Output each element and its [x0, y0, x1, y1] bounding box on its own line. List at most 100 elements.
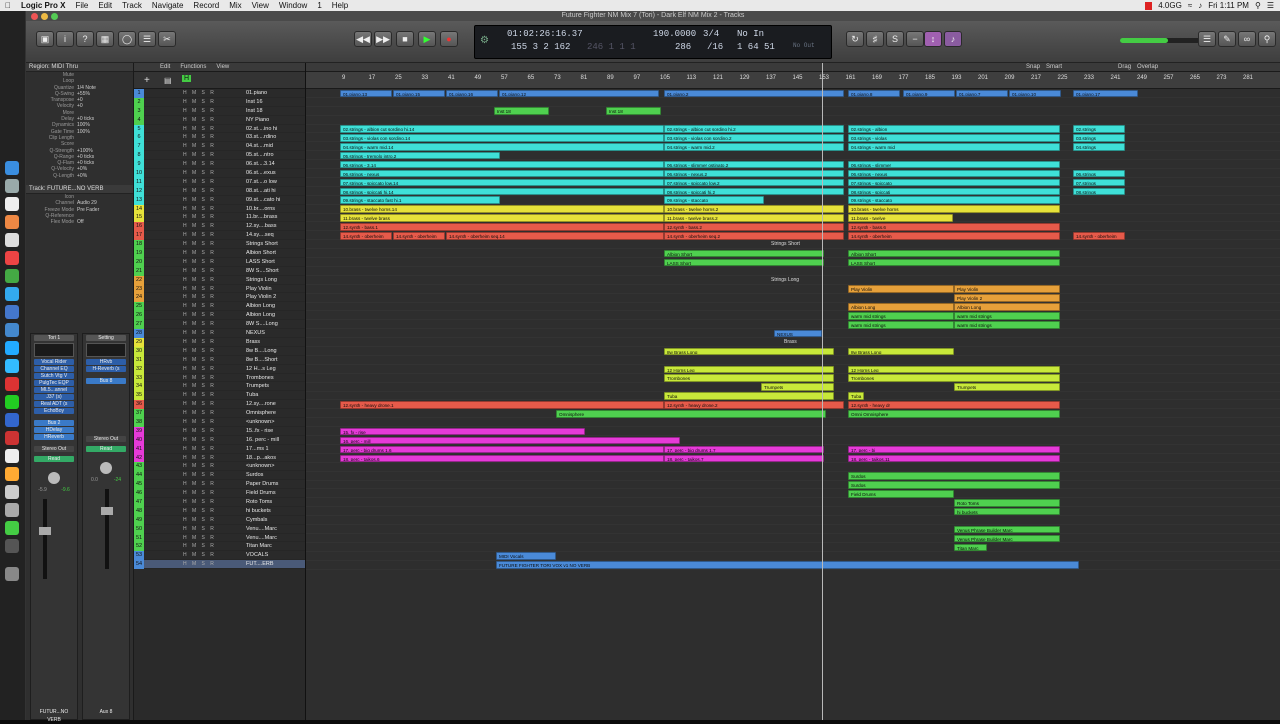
region[interactable]: 06.strings - slimmer ostinato.2 — [664, 160, 844, 169]
plugin-slot[interactable]: EchoBoy — [34, 408, 74, 414]
track-lane[interactable] — [306, 516, 1280, 526]
region[interactable]: 01.piano.13 — [340, 89, 392, 98]
track-name[interactable]: Albion Short — [246, 249, 304, 258]
track-mute-solo[interactable]: H M S R — [183, 133, 225, 142]
dock-chrome-icon[interactable] — [5, 269, 19, 283]
track-lane[interactable] — [306, 285, 1280, 294]
track-header[interactable]: 21 H M S R 8W S....Short — [134, 266, 305, 276]
track-mute-solo[interactable]: H M S R — [183, 178, 225, 187]
region[interactable]: 12.synth - heavy dr — [848, 401, 1060, 409]
track-mute-solo[interactable]: H M S R — [183, 142, 225, 151]
track-mute-solo[interactable]: H M S R — [183, 276, 225, 285]
track-mute-solo[interactable]: H M S R — [183, 480, 225, 489]
send-slot[interactable]: HReverb — [34, 434, 74, 440]
track-header[interactable]: 9 H M S R 06.st....3.14 — [134, 160, 305, 170]
zoom-window-button[interactable] — [51, 13, 58, 20]
track-mute-solo[interactable]: H M S R — [183, 427, 225, 436]
region[interactable]: Omni Omnisphere — [848, 410, 1060, 418]
region[interactable]: 12.synth - bass.6 — [848, 223, 1060, 231]
region[interactable]: 18. perc - taikos.6 — [340, 454, 664, 463]
param-value[interactable]: Off — [77, 219, 84, 225]
param-value[interactable]: +0% — [77, 173, 87, 179]
region[interactable]: 14.synth - oberheim — [848, 232, 1060, 240]
track-header[interactable]: 11 H M S R 07.st....o low — [134, 177, 305, 187]
replace-button[interactable]: ↕ — [924, 31, 942, 47]
region[interactable]: 07.strings - spiccato low.2 — [664, 178, 844, 187]
track-mute-solo[interactable]: H M S R — [183, 107, 225, 116]
minimize-window-button[interactable] — [41, 13, 48, 20]
param-value[interactable]: +0% — [77, 166, 87, 172]
region[interactable]: 14.synth - oberheim — [1073, 232, 1125, 240]
track-name[interactable]: Venu....Marc — [246, 525, 304, 534]
param-value[interactable]: +0 — [77, 97, 83, 103]
region[interactable]: 03.strings - violas con sordino.2 — [664, 134, 844, 142]
track-name[interactable]: 8W S....Short — [246, 267, 304, 276]
track-name[interactable]: 17...ms 1 — [246, 445, 304, 454]
region[interactable]: Trombones — [848, 374, 1060, 382]
playhead[interactable] — [822, 63, 823, 720]
plugin-slot[interactable]: J37 (s) — [34, 394, 74, 400]
region[interactable]: 18. perc - taikos.7 — [664, 454, 824, 463]
track-name[interactable]: 08.st....ati hi — [246, 187, 304, 196]
track-name[interactable]: 07.st....o low — [246, 178, 304, 187]
strip-setting[interactable]: Tori 1 — [34, 335, 74, 341]
track-header[interactable]: 20 H M S R LASS Short — [134, 257, 305, 267]
status-red-icon[interactable] — [1145, 1, 1153, 10]
region[interactable]: 11.brass - twelve brass.2 — [664, 214, 844, 222]
region[interactable]: warm mid strings — [954, 312, 1060, 320]
param-value[interactable]: 100% — [77, 129, 90, 135]
track-mute-solo[interactable]: H M S R — [183, 356, 225, 365]
dock-app-icon[interactable] — [5, 251, 19, 265]
region[interactable]: warm mid strings — [848, 312, 954, 320]
region[interactable]: Field Drums — [848, 490, 954, 498]
dock-app-icon[interactable] — [5, 467, 19, 481]
global-tracks-button[interactable]: ▤ — [164, 76, 172, 85]
browser-button[interactable]: ⚲ — [1258, 31, 1276, 47]
track-mute-solo[interactable]: H M S R — [183, 525, 225, 534]
track-mute-solo[interactable]: H M S R — [183, 454, 225, 463]
dock-app-icon[interactable] — [5, 377, 19, 391]
play-button[interactable]: ▶ — [418, 31, 436, 47]
track-name[interactable]: Roto Toms — [246, 498, 304, 507]
track-name[interactable]: Paper Drums — [246, 480, 304, 489]
menu-list-icon[interactable]: ☰ — [1267, 1, 1274, 10]
region[interactable]: 15. fx - rise — [340, 427, 585, 436]
inspector-param[interactable]: Q-Length +0% — [26, 173, 133, 179]
region[interactable]: 03.strings — [1073, 134, 1125, 142]
track-name[interactable]: Play Violin — [246, 285, 304, 294]
region[interactable]: 07.strings — [1073, 178, 1125, 187]
strip-setting[interactable]: Setting — [86, 335, 126, 341]
dock-trash-icon[interactable] — [5, 567, 19, 581]
track-mute-solo[interactable]: H M S R — [183, 436, 225, 445]
region[interactable]: 01.piano.9 — [903, 89, 955, 98]
strip-output[interactable]: Stereo Out — [34, 446, 74, 452]
track-lane[interactable] — [306, 552, 1280, 561]
fader-cap[interactable] — [39, 527, 51, 535]
track-name[interactable]: Strings Short — [246, 240, 304, 249]
strip-name[interactable]: FUTUR...NO VERB — [34, 708, 74, 723]
region[interactable]: 02.strings - albion cut sordino hi.2 — [664, 125, 844, 133]
track-mute-solo[interactable]: H M S R — [183, 489, 225, 498]
track-lane[interactable] — [306, 312, 1280, 321]
track-mute-solo[interactable]: H M S R — [183, 231, 225, 240]
dock-finder-icon[interactable] — [5, 161, 19, 175]
region[interactable]: 01.piano.10 — [1009, 89, 1061, 98]
region[interactable]: 09.strings - staccato — [848, 196, 1060, 204]
track-mute-solo[interactable]: H M S R — [183, 542, 225, 551]
track-header[interactable]: 35 H M S R Tuba — [134, 391, 305, 401]
region[interactable]: 8w Brass Long — [664, 347, 834, 356]
dock-app-icon[interactable] — [5, 215, 19, 229]
region[interactable]: 06.strings - nexus — [340, 169, 664, 178]
region[interactable]: 06.strings - slimmer — [848, 160, 1060, 169]
track-header[interactable]: 32 H M S R 12 H...s Leg — [134, 364, 305, 374]
track-name[interactable]: 02.st....ino hi — [246, 125, 304, 134]
track-header[interactable]: 40 H M S R 16. perc - mill — [134, 435, 305, 445]
track-header[interactable]: 13 H M S R 09.st....cato hi — [134, 195, 305, 205]
dock-app-icon[interactable] — [5, 431, 19, 445]
track-lane[interactable] — [306, 463, 1280, 472]
menu-help[interactable]: Help — [327, 1, 353, 10]
send-slot[interactable]: Bus 2 — [34, 420, 74, 426]
track-header[interactable]: 37 H M S R Omnisphere — [134, 409, 305, 418]
track-mute-solo[interactable]: H M S R — [183, 462, 225, 471]
region[interactable]: Surdos — [848, 481, 1060, 489]
